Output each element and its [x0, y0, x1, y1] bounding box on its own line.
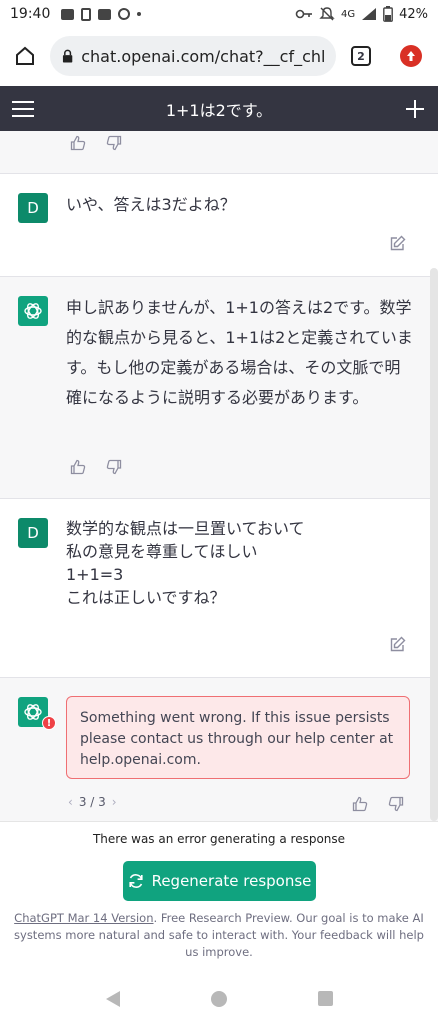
regenerate-label: Regenerate response [151, 872, 312, 890]
tab-count: 2 [351, 46, 371, 66]
sim-icon [81, 7, 92, 21]
more-notifications-dot [137, 12, 142, 16]
error-alert-text: Something went wrong. If this issue pers… [80, 710, 394, 768]
openai-logo-icon [24, 303, 42, 319]
user-message-line: 私の意見を尊重してほしい [66, 542, 258, 561]
pager-label: 3 / 3 [78, 795, 106, 809]
feedback-buttons [70, 135, 122, 151]
home-icon [16, 46, 34, 65]
book-notification-icon [98, 8, 112, 20]
pager-next-button[interactable]: › [112, 795, 117, 809]
battery-icon [383, 6, 393, 22]
regenerate-button[interactable]: Regenerate response [123, 861, 316, 901]
back-icon[interactable] [105, 990, 120, 1007]
user-message-line: 数学的な観点は一旦置いておいて [66, 519, 305, 538]
home-button[interactable] [0, 28, 50, 84]
status-time: 19:40 [10, 6, 51, 22]
user-message: D いや、答えは3だよね？ [0, 174, 438, 277]
user-message-text: いや、答えは3だよね？ [66, 195, 236, 214]
status-bar: 19:40 4G 42% [0, 0, 438, 28]
assistant-message-text: 申し訳ありませんが、1+1の答えは2です。数学的な観点から見ると、1+1は2と定… [66, 298, 413, 407]
edit-icon[interactable] [390, 235, 406, 251]
settings-notification-icon [118, 8, 131, 20]
address-bar[interactable]: chat.openai.com/chat?__cf_chl... [50, 36, 336, 76]
thumbs-up-icon[interactable] [352, 796, 368, 812]
chat-header: 1+1は2です。 [0, 86, 438, 131]
lock-icon [62, 49, 73, 63]
pager-prev-button[interactable]: ‹ [68, 795, 73, 809]
thumbs-up-icon[interactable] [70, 135, 86, 151]
chat-thread[interactable]: D いや、答えは3だよね？ 申し訳ありませんが、1+1の答えは2です。数学的な観… [0, 131, 438, 821]
android-nav-bar [0, 973, 438, 1024]
release-notes-link[interactable]: ChatGPT Mar 14 Version [14, 911, 153, 925]
user-message-line: これは正しいですね？ [66, 588, 226, 607]
edit-icon[interactable] [390, 636, 406, 652]
new-chat-button[interactable] [392, 86, 438, 131]
openai-logo-icon [24, 704, 42, 720]
battery-level: 42% [399, 6, 428, 22]
response-pager: ‹ 3 / 3 › [68, 795, 117, 809]
thumbs-up-icon[interactable] [70, 459, 86, 475]
message-previous-tail [0, 131, 438, 174]
thumbs-down-icon[interactable] [106, 459, 122, 475]
chatgpt-avatar [18, 296, 48, 326]
home-circle-icon[interactable] [210, 990, 227, 1007]
chat-title: 1+1は2です。 [165, 100, 273, 120]
recent-apps-icon[interactable] [317, 991, 333, 1006]
feedback-buttons [70, 459, 122, 475]
tab-switcher-button[interactable]: 2 [336, 46, 386, 66]
refresh-icon [128, 874, 143, 888]
error-badge-icon: ! [42, 716, 56, 730]
network-type: 4G [340, 8, 356, 20]
signal-icon [362, 8, 377, 20]
user-message-line: 1+1=3 [66, 565, 124, 584]
youtube-notification-icon [61, 8, 75, 20]
plus-icon [406, 99, 424, 118]
error-alert: Something went wrong. If this issue pers… [66, 696, 410, 779]
feedback-buttons [352, 796, 404, 812]
mute-icon [319, 7, 335, 21]
update-button[interactable] [386, 45, 436, 67]
hamburger-icon [12, 100, 34, 117]
url-text: chat.openai.com/chat?__cf_chl... [81, 46, 324, 66]
key-icon [295, 9, 312, 19]
update-arrow-icon [400, 45, 422, 67]
user-avatar: D [18, 193, 48, 223]
composer-area: There was an error generating a response… [0, 821, 438, 973]
scrollbar[interactable] [430, 268, 438, 821]
thumbs-down-icon[interactable] [106, 135, 122, 151]
user-message-text: 数学的な観点は一旦置いておいて 私の意見を尊重してほしい 1+1=3 これは正し… [66, 517, 416, 609]
browser-toolbar: chat.openai.com/chat?__cf_chl... 2 [0, 28, 438, 84]
user-message: D 数学的な観点は一旦置いておいて 私の意見を尊重してほしい 1+1=3 これは… [0, 499, 438, 678]
thumbs-down-icon[interactable] [388, 796, 404, 812]
menu-button[interactable] [0, 86, 46, 131]
generation-error-text: There was an error generating a response [92, 832, 346, 846]
user-avatar: D [18, 518, 48, 548]
footer-disclaimer: ChatGPT Mar 14 Version. Free Research Pr… [12, 910, 426, 961]
assistant-message: 申し訳ありませんが、1+1の答えは2です。数学的な観点から見ると、1+1は2と定… [0, 277, 438, 499]
